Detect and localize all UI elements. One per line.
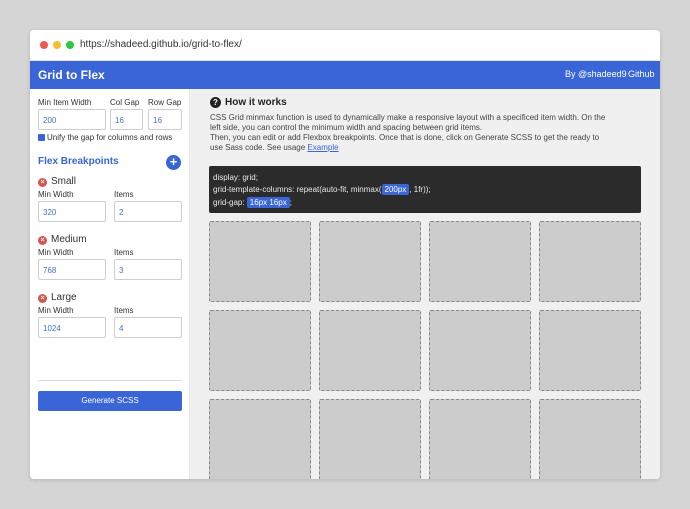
grid-item (319, 221, 421, 302)
code-line-gap: grid-gap: 16px 16px; (213, 197, 292, 208)
example-link[interactable]: Example (307, 143, 338, 152)
description-line: CSS Grid minmax function is used to dyna… (210, 113, 606, 122)
sidebar-divider (38, 380, 182, 381)
browser-chrome: https://shadeed.github.io/grid-to-flex/ (30, 30, 660, 61)
code-text: grid-gap: (213, 198, 247, 207)
min-item-width-input[interactable]: 200 (38, 109, 106, 130)
usage-text: use Sass code. See usage (210, 143, 306, 152)
maximize-window-dot[interactable] (66, 41, 74, 49)
question-icon: ? (210, 97, 221, 108)
generate-scss-button[interactable]: Generate SCSS (38, 391, 182, 411)
breakpoint-items-input[interactable]: 2 (114, 201, 182, 222)
breakpoint-items-label: Items (114, 248, 134, 257)
grid-item (429, 310, 531, 391)
main-content: ? How it works CSS Grid minmax function … (190, 89, 660, 479)
breakpoint-min-width-input[interactable]: 1024 (38, 317, 106, 338)
unify-gap-checkbox[interactable] (38, 134, 45, 141)
remove-breakpoint-icon[interactable]: × (38, 294, 47, 303)
code-line-columns: grid-template-columns: repeat(auto-fit, … (213, 184, 431, 195)
grid-item (209, 399, 311, 479)
code-line-display: display: grid; (213, 173, 258, 182)
breakpoint-items-input[interactable]: 3 (114, 259, 182, 280)
breakpoint-min-width-label: Min Width (38, 306, 74, 315)
code-block: display: grid; grid-template-columns: re… (209, 166, 641, 213)
breakpoint-min-width-input[interactable]: 320 (38, 201, 106, 222)
grid-item (539, 399, 641, 479)
breakpoint-min-width-label: Min Width (38, 248, 74, 257)
breakpoint-items-label: Items (114, 190, 134, 199)
grid-item (539, 221, 641, 302)
breakpoint-items-input[interactable]: 4 (114, 317, 182, 338)
address-bar[interactable]: https://shadeed.github.io/grid-to-flex/ (80, 39, 242, 50)
code-text: , 1fr)); (409, 185, 431, 194)
remove-breakpoint-icon[interactable]: × (38, 178, 47, 187)
unify-gap-label: Unify the gap for columns and rows (47, 133, 173, 142)
col-gap-label: Col Gap (110, 98, 140, 107)
breakpoint-name: Small (51, 176, 77, 187)
add-breakpoint-icon[interactable]: + (166, 155, 181, 170)
flex-breakpoints-title: Flex Breakpoints (38, 156, 119, 167)
min-item-width-label: Min Item Width (38, 98, 92, 107)
grid-item (539, 310, 641, 391)
how-it-works-title: How it works (225, 97, 287, 108)
github-link[interactable]: Github (628, 69, 655, 79)
minimize-window-dot[interactable] (53, 41, 61, 49)
breakpoint-min-width-input[interactable]: 768 (38, 259, 106, 280)
breakpoint-items-label: Items (114, 306, 134, 315)
breakpoint-name: Large (51, 292, 77, 303)
close-window-dot[interactable] (40, 41, 48, 49)
grid-item (209, 310, 311, 391)
app-header: Grid to Flex By @shadeed9 Github (30, 61, 660, 89)
app-title: Grid to Flex (38, 68, 105, 82)
remove-breakpoint-icon[interactable]: × (38, 236, 47, 245)
description-line: Then, you can edit or add Flexbox breakp… (210, 133, 600, 142)
grid-item (319, 399, 421, 479)
breakpoint-min-width-label: Min Width (38, 190, 74, 199)
gap-highlight: 16px 16px (246, 197, 290, 208)
description: CSS Grid minmax function is used to dyna… (210, 113, 610, 153)
description-line: left side, you can control the minimum w… (210, 123, 483, 132)
min-width-highlight: 200px (381, 184, 410, 195)
row-gap-input[interactable]: 16 (148, 109, 182, 130)
code-text: grid-template-columns: repeat(auto-fit, … (213, 185, 382, 194)
description-line: use Sass code. See usage Example (210, 143, 610, 153)
grid-item (429, 221, 531, 302)
browser-window: https://shadeed.github.io/grid-to-flex/ … (30, 30, 660, 479)
grid-item (209, 221, 311, 302)
row-gap-label: Row Gap (148, 98, 182, 107)
sidebar: Min Item Width Col Gap Row Gap 200 16 16… (30, 89, 190, 479)
col-gap-input[interactable]: 16 (110, 109, 143, 130)
author-link[interactable]: By @shadeed9 (565, 69, 627, 79)
grid-item (429, 399, 531, 479)
code-text: ; (289, 198, 292, 207)
grid-item (319, 310, 421, 391)
breakpoint-name: Medium (51, 234, 87, 245)
